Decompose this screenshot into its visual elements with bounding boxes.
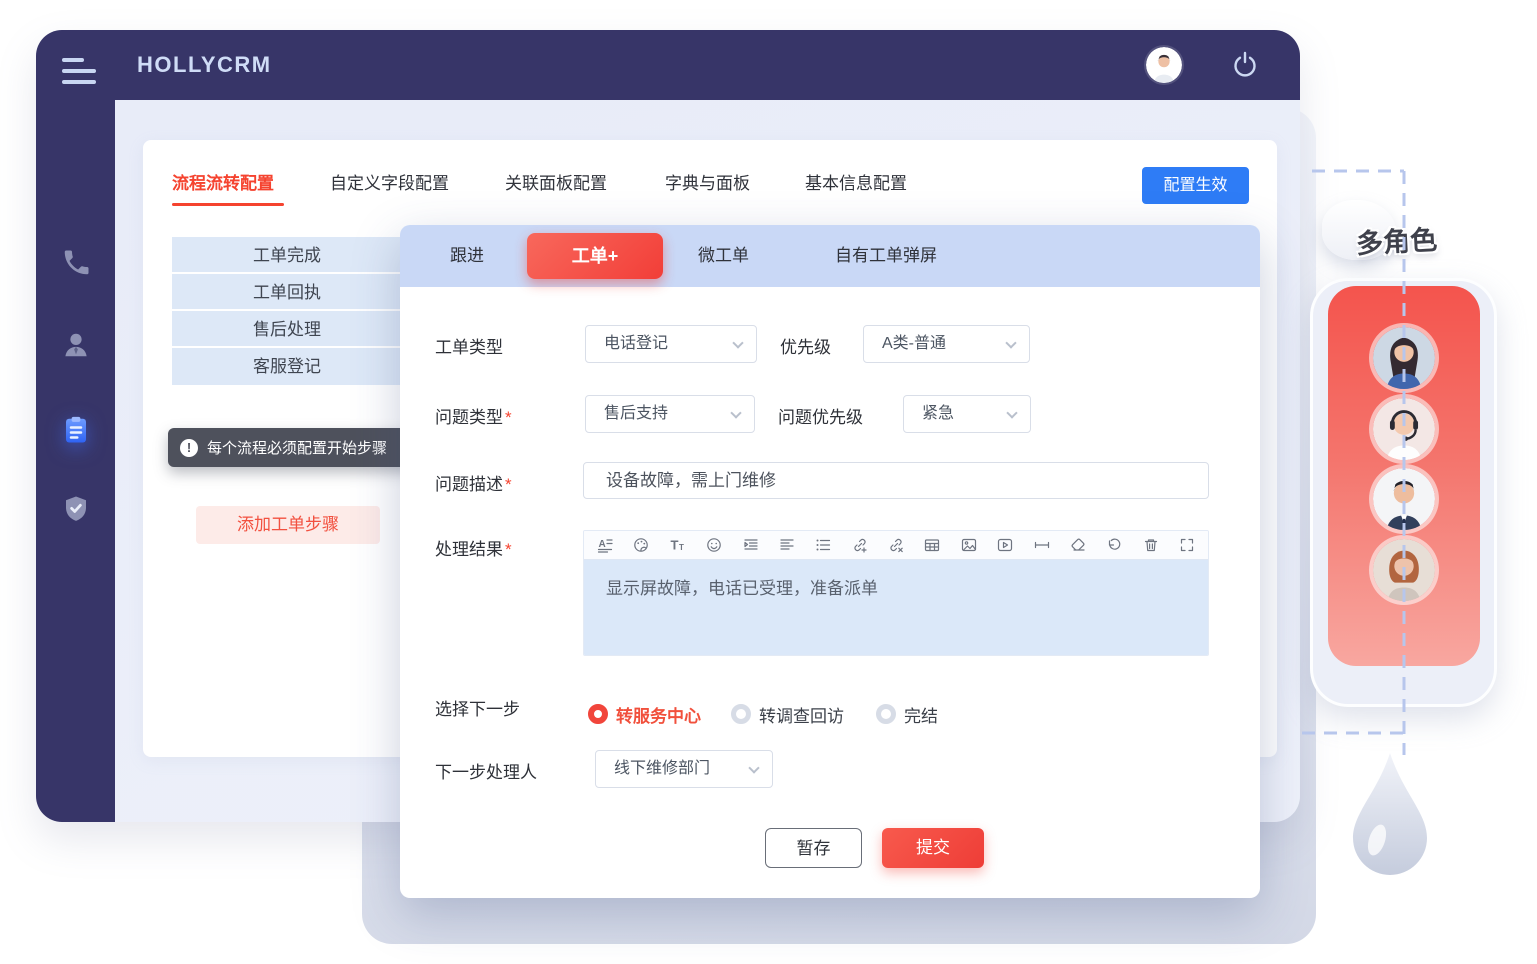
rich-text-editor: A TT 显示屏故障，电话已受理，准备派单 <box>583 530 1209 656</box>
priority-label: 优先级 <box>780 333 831 358</box>
chevron-down-icon <box>748 762 759 773</box>
radio-icon <box>876 704 896 724</box>
work-order-modal: 跟进 工单+ 微工单 自有工单弹屏 工单类型 电话登记 优先级 A类-普通 问题… <box>400 225 1260 898</box>
order-type-label: 工单类型 <box>435 333 505 358</box>
sidebar-item-phone[interactable] <box>36 245 115 281</box>
shield-icon <box>61 494 91 524</box>
tab-custom-fields[interactable]: 自定义字段配置 <box>330 170 449 198</box>
palette-icon[interactable] <box>633 537 649 553</box>
radio-finish[interactable]: 完结 <box>876 702 938 727</box>
role-avatar-1 <box>1373 327 1435 389</box>
sidebar-item-workorders[interactable] <box>36 412 115 448</box>
tab-process-flow[interactable]: 流程流转配置 <box>172 170 274 198</box>
list-item[interactable]: 客服登记 <box>172 348 402 385</box>
next-step-options: 转服务中心 转调查回访 完结 <box>588 703 938 725</box>
divider-icon[interactable] <box>1034 537 1050 553</box>
image-icon[interactable] <box>961 537 977 553</box>
priority-select[interactable]: A类-普通 <box>863 325 1030 363</box>
exclamation-icon: ! <box>180 439 198 457</box>
screen: HOLLYCRM 流程流转配置 自定义字段配置 关联面板配置 字典与面板 基本信… <box>0 0 1537 964</box>
chevron-down-icon <box>730 407 741 418</box>
chevron-down-icon <box>732 337 743 348</box>
role-avatar-4 <box>1373 539 1435 601</box>
multi-role-label: 多角色 <box>1355 218 1438 261</box>
workflow-step-list: 工单完成 工单回执 售后处理 客服登记 <box>172 237 402 385</box>
radio-selected-icon <box>588 704 608 724</box>
user-avatar[interactable] <box>1146 47 1182 83</box>
svg-text:A: A <box>599 539 606 550</box>
role-avatar-3 <box>1373 468 1435 530</box>
active-tab-underline <box>172 203 284 206</box>
table-icon[interactable] <box>924 537 940 553</box>
save-draft-button[interactable]: 暂存 <box>765 828 862 868</box>
issue-type-label: 问题类型* <box>435 403 512 428</box>
editor-toolbar: A TT <box>584 531 1208 560</box>
add-step-button[interactable]: 添加工单步骤 <box>196 506 380 544</box>
apply-config-button[interactable]: 配置生效 <box>1142 167 1249 204</box>
list-icon[interactable] <box>815 537 831 553</box>
radio-service-center[interactable]: 转服务中心 <box>588 702 701 727</box>
link-remove-icon[interactable] <box>888 537 904 553</box>
order-type-select[interactable]: 电话登记 <box>585 325 757 363</box>
issue-priority-label: 问题优先级 <box>778 403 863 428</box>
result-label: 处理结果* <box>435 535 512 560</box>
next-handler-select[interactable]: 线下维修部门 <box>595 750 773 788</box>
modal-tabbar: 跟进 工单+ 微工单 自有工单弹屏 <box>400 225 1260 287</box>
sidebar-item-contacts[interactable] <box>36 327 115 363</box>
issue-desc-input[interactable]: 设备故障，需上门维修 <box>583 462 1209 499</box>
clipboard-icon <box>61 415 91 445</box>
modal-tab-micro-order[interactable]: 微工单 <box>698 225 749 287</box>
tab-dictionary[interactable]: 字典与面板 <box>665 170 750 198</box>
emoji-icon[interactable] <box>706 537 722 553</box>
modal-tab-own-popup[interactable]: 自有工单弹屏 <box>835 225 937 287</box>
issue-type-select[interactable]: 售后支持 <box>585 395 755 433</box>
issue-priority-select[interactable]: 紧急 <box>903 395 1031 433</box>
issue-desc-label: 问题描述* <box>435 470 512 495</box>
modal-tab-follow-up[interactable]: 跟进 <box>450 225 484 287</box>
list-item[interactable]: 工单回执 <box>172 274 402 311</box>
next-handler-label: 下一步处理人 <box>435 758 537 783</box>
tab-linked-panels[interactable]: 关联面板配置 <box>505 170 607 198</box>
indent-icon[interactable] <box>743 537 759 553</box>
chevron-down-icon <box>1005 337 1016 348</box>
editor-content[interactable]: 显示屏故障，电话已受理，准备派单 <box>584 560 1208 655</box>
trash-icon[interactable] <box>1143 537 1159 553</box>
font-size-icon[interactable]: TT <box>670 537 686 553</box>
person-icon <box>61 330 91 360</box>
phone-icon <box>61 248 91 278</box>
svg-text:T: T <box>670 538 678 553</box>
next-step-label: 选择下一步 <box>435 695 520 720</box>
hamburger-menu-icon[interactable] <box>62 58 98 84</box>
fullscreen-icon[interactable] <box>1179 537 1195 553</box>
video-icon[interactable] <box>997 537 1013 553</box>
sidebar <box>36 100 115 822</box>
undo-icon[interactable] <box>1106 537 1122 553</box>
chevron-down-icon <box>1006 407 1017 418</box>
svg-text:T: T <box>679 543 684 552</box>
radio-survey-callback[interactable]: 转调查回访 <box>731 702 844 727</box>
submit-button[interactable]: 提交 <box>882 828 984 868</box>
align-icon[interactable] <box>779 537 795 553</box>
brand-logo: HOLLYCRM <box>137 30 272 100</box>
eraser-icon[interactable] <box>1070 537 1086 553</box>
radio-icon <box>731 704 751 724</box>
text-style-icon[interactable]: A <box>597 537 613 553</box>
link-add-icon[interactable] <box>852 537 868 553</box>
warning-tooltip: ! 每个流程必须配置开始步骤 <box>168 428 420 467</box>
list-item[interactable]: 售后处理 <box>172 311 402 348</box>
modal-tab-work-order-active[interactable]: 工单+ <box>527 233 663 279</box>
tooltip-text: 每个流程必须配置开始步骤 <box>207 437 387 458</box>
tab-basic-info[interactable]: 基本信息配置 <box>805 170 907 198</box>
role-avatar-2 <box>1373 398 1435 460</box>
power-icon[interactable] <box>1230 50 1260 80</box>
list-item[interactable]: 工单完成 <box>172 237 402 274</box>
sidebar-item-security[interactable] <box>36 491 115 527</box>
